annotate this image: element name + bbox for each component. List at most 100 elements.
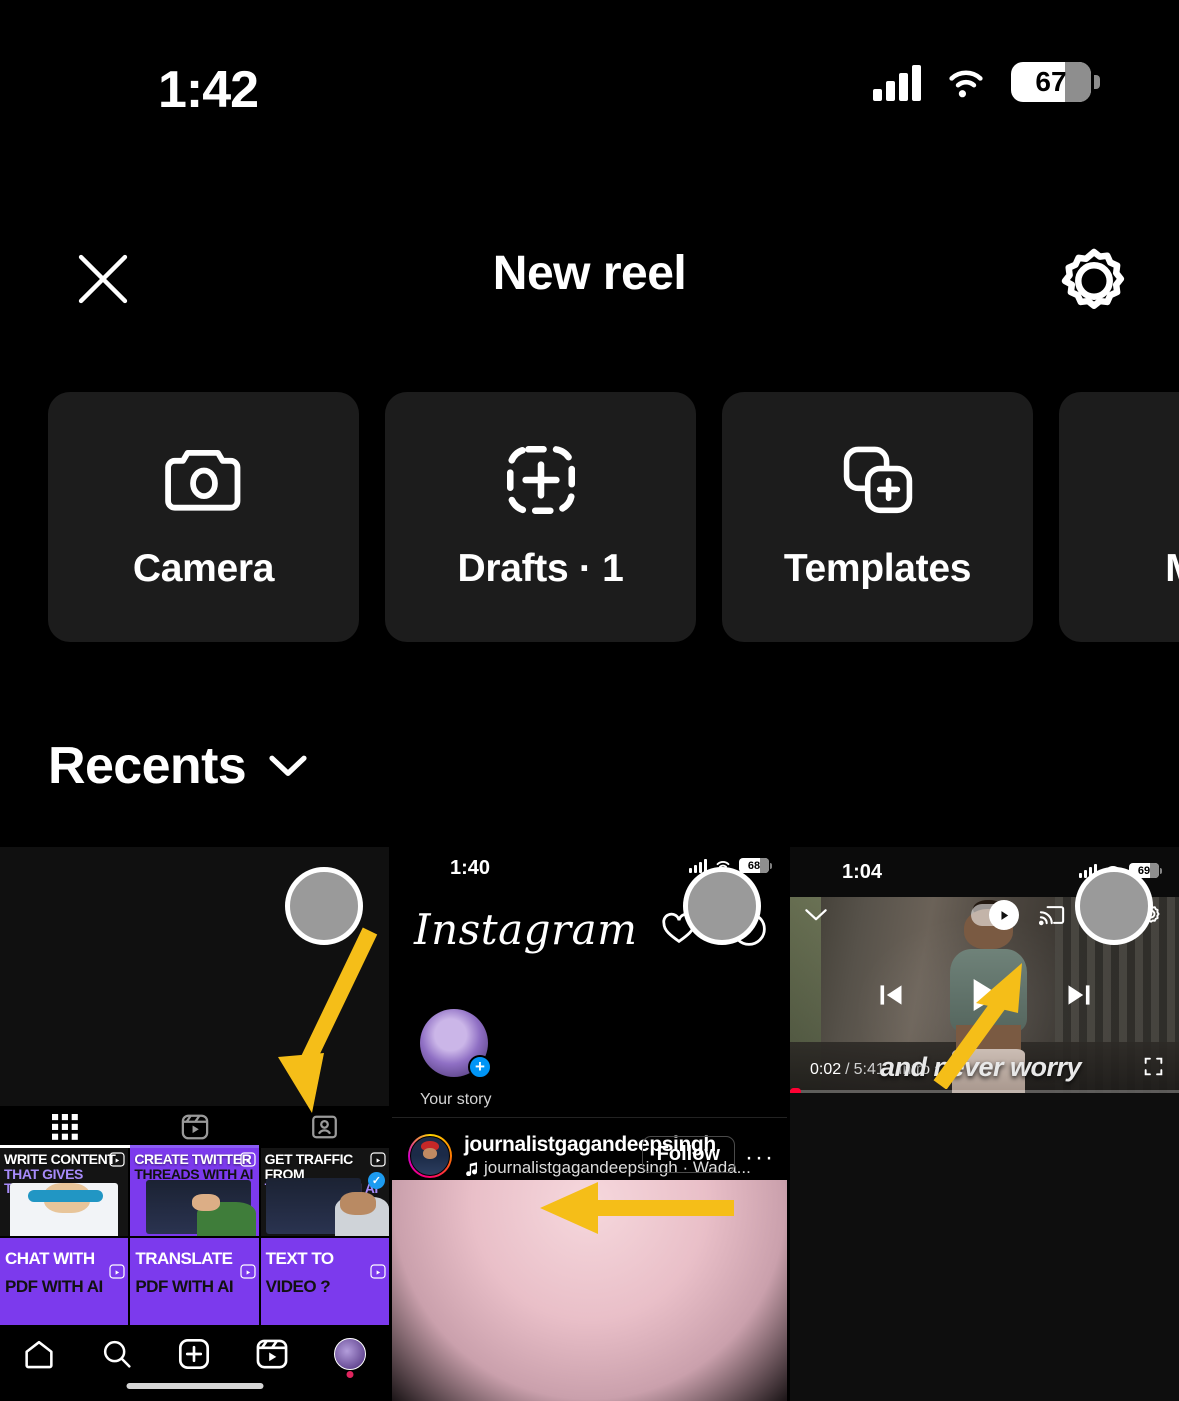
- verified-check-icon: ✓: [367, 1172, 385, 1189]
- post-author-avatar[interactable]: [408, 1134, 452, 1178]
- gallery-item-youtube-player[interactable]: 1:04 69 0:02 / 5:41 · Intro › and never …: [790, 847, 1179, 1401]
- create-options-row[interactable]: Camera Drafts · 1 Templates: [0, 392, 1179, 642]
- create-icon: [179, 1338, 210, 1370]
- your-story-label: Your story: [420, 1091, 492, 1108]
- post-line-1: TEXT TO: [265, 1248, 334, 1268]
- notification-dot: [346, 1371, 354, 1378]
- post-line-1: CHAT WITH: [5, 1248, 95, 1268]
- gear-icon: [1061, 248, 1125, 309]
- play-icon[interactable]: [964, 974, 1006, 1016]
- your-story-item[interactable]: + Your story: [420, 1009, 492, 1109]
- camera-icon: [161, 443, 247, 517]
- screen-header: New reel: [0, 232, 1179, 328]
- next-icon[interactable]: [1064, 980, 1094, 1010]
- gallery-source-selector[interactable]: Recents: [48, 736, 308, 796]
- feed-post-header: journalistgagandeepsingh journalistgagan…: [392, 1132, 787, 1180]
- home-indicator: [126, 1383, 263, 1389]
- nav-search-button[interactable]: [78, 1339, 156, 1369]
- reels-tab[interactable]: [129, 1106, 260, 1148]
- post-line-2: PDF WITH AI: [135, 1276, 234, 1296]
- previous-icon[interactable]: [876, 980, 906, 1010]
- profile-post[interactable]: TEXT TO VIDEO ?: [260, 1237, 389, 1325]
- feed-post-media[interactable]: [392, 1180, 787, 1401]
- profile-post[interactable]: TRANSLATE PDF WITH AI: [130, 1237, 259, 1325]
- post-line-2: PDF WITH AI: [5, 1276, 103, 1296]
- drafts-option-label: Drafts · 1: [457, 547, 624, 590]
- media-select-toggle[interactable]: [683, 867, 761, 945]
- media-gallery-grid: WRITE CONTENT THAT GIVES TRAFFIC: [0, 847, 1179, 1401]
- player-bottom-bar: 0:02 / 5:41 · Intro › and never worry: [790, 1052, 1179, 1093]
- nav-profile-button[interactable]: [311, 1338, 389, 1378]
- templates-option-card[interactable]: Templates: [722, 392, 1033, 642]
- media-select-toggle[interactable]: [1075, 867, 1153, 945]
- made-for-you-option-label: Made: [1165, 547, 1179, 591]
- reel-badge-icon: [109, 1263, 125, 1284]
- instagram-wordmark: Instagram: [414, 905, 638, 954]
- grid-tab-icon: [51, 1114, 78, 1140]
- add-story-plus-icon[interactable]: +: [468, 1055, 492, 1079]
- media-select-toggle[interactable]: [285, 867, 363, 945]
- search-icon: [103, 1340, 131, 1368]
- profile-post[interactable]: CHAT WITH PDF WITH AI: [0, 1237, 129, 1325]
- fullscreen-icon: [1144, 1057, 1163, 1076]
- reel-badge-icon: [370, 1263, 386, 1284]
- gallery-item-instagram-profile[interactable]: WRITE CONTENT THAT GIVES TRAFFIC: [0, 847, 389, 1401]
- status-bar: 1:42 67: [0, 0, 1179, 170]
- profile-post[interactable]: CREATE TWITTER THREADS WITH AI: [130, 1148, 259, 1236]
- nav-home-button[interactable]: [0, 1339, 78, 1369]
- battery-level: 69: [1137, 864, 1151, 877]
- post-more-options-icon[interactable]: ···: [745, 1144, 775, 1172]
- divider: [392, 1117, 787, 1118]
- instagram-profile-grid-screenshot: WRITE CONTENT THAT GIVES TRAFFIC: [0, 1106, 389, 1401]
- grid-tab[interactable]: [0, 1106, 130, 1148]
- current-time: 0:02: [810, 1061, 842, 1078]
- profile-tabs[interactable]: [0, 1106, 389, 1148]
- profile-avatar: [334, 1338, 367, 1378]
- screenshot-time: 1:04: [842, 861, 883, 883]
- video-details-area: [790, 1093, 1179, 1401]
- instagram-bottom-nav[interactable]: [0, 1325, 389, 1401]
- gallery-source-label: Recents: [48, 737, 247, 795]
- stacked-squares-plus-icon: [838, 443, 918, 517]
- reel-badge-icon: [240, 1152, 256, 1172]
- post-line-1: GET TRAFFIC FROM: [264, 1151, 354, 1182]
- status-bar-time: 1:42: [158, 61, 259, 119]
- post-line-1: WRITE CONTENT: [4, 1151, 116, 1167]
- follow-button[interactable]: Follow: [641, 1136, 735, 1173]
- video-caption-text: and never worry: [880, 1052, 1082, 1082]
- tagged-tab[interactable]: [259, 1106, 389, 1148]
- home-icon: [25, 1340, 53, 1369]
- post-line-1: TRANSLATE: [135, 1248, 233, 1268]
- profile-post[interactable]: GET TRAFFIC FROM TWITTER WITH AI ✓: [260, 1148, 389, 1236]
- camera-option-label: Camera: [132, 547, 275, 590]
- post-line-2: VIDEO ?: [265, 1276, 331, 1296]
- battery-icon: 68: [739, 858, 773, 873]
- fullscreen-button[interactable]: [1144, 1057, 1163, 1081]
- profile-post[interactable]: WRITE CONTENT THAT GIVES TRAFFIC: [0, 1148, 129, 1236]
- status-bar-indicators: 67: [873, 62, 1100, 102]
- profile-post-grid[interactable]: WRITE CONTENT THAT GIVES TRAFFIC: [0, 1148, 389, 1325]
- dashed-square-plus-icon: [504, 443, 578, 517]
- music-note-icon: [466, 1161, 478, 1176]
- made-for-you-option-card[interactable]: Made: [1059, 392, 1179, 642]
- reel-badge-icon: [109, 1152, 125, 1172]
- chevron-down-icon: [269, 755, 307, 776]
- reel-badge-icon: [240, 1263, 256, 1284]
- tagged-tab-icon: [311, 1115, 337, 1139]
- reel-badge-icon: [370, 1152, 386, 1172]
- battery-level: 67: [1035, 66, 1067, 97]
- battery-icon: 67: [1011, 62, 1100, 102]
- screenshot-time: 1:40: [450, 857, 491, 879]
- battery-level: 68: [747, 859, 761, 872]
- reels-tab-icon: [181, 1114, 208, 1140]
- drafts-option-card[interactable]: Drafts · 1: [385, 392, 696, 642]
- camera-option-card[interactable]: Camera: [48, 392, 359, 642]
- new-reel-screen: 1:42 67 New reel Camera Drafts · 1 Templ…: [0, 0, 1179, 1401]
- settings-button[interactable]: [1047, 234, 1141, 328]
- gallery-item-instagram-feed[interactable]: 1:40 68 Instagram + Your story journalis…: [392, 847, 787, 1401]
- wifi-icon: [949, 70, 983, 98]
- nav-create-button[interactable]: [156, 1338, 234, 1370]
- cellular-signal-icon: [873, 63, 921, 101]
- nav-reels-button[interactable]: [233, 1339, 311, 1369]
- post-line-1: CREATE TWITTER: [134, 1151, 252, 1167]
